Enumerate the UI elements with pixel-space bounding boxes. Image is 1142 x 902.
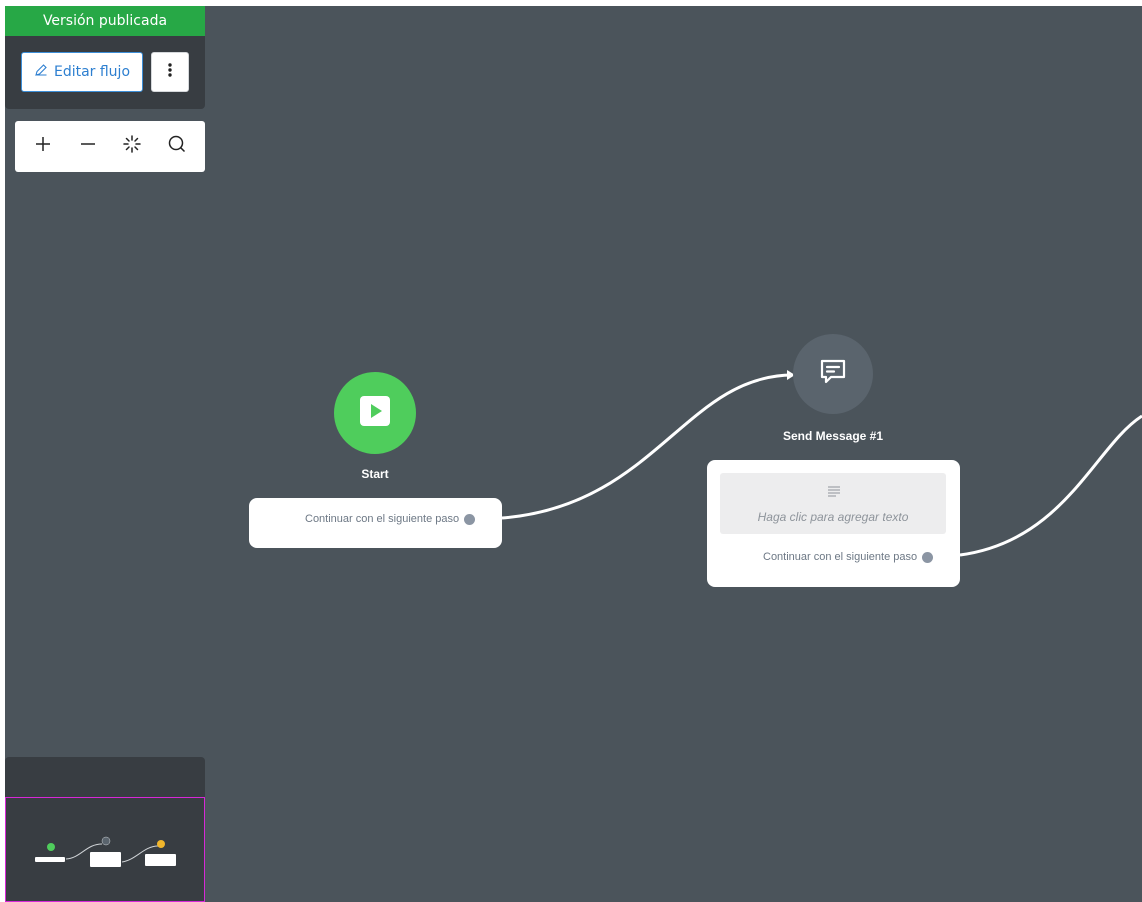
next-step-label: Continuar con el siguiente paso	[763, 551, 918, 563]
add-text-area[interactable]: Haga clic para agregar texto	[720, 473, 946, 534]
start-node-icon-circle[interactable]	[334, 372, 416, 454]
plus-icon	[33, 134, 53, 159]
output-port[interactable]	[464, 514, 475, 525]
edit-flow-label: Editar flujo	[53, 64, 131, 80]
zoom-in-button[interactable]	[26, 130, 60, 164]
search-button[interactable]	[160, 130, 194, 164]
pencil-icon	[34, 63, 48, 81]
text-lines-icon	[827, 484, 841, 502]
connection-message-to-next	[959, 414, 1142, 557]
minus-icon	[78, 134, 98, 159]
message-node-title: Send Message #1	[782, 429, 884, 443]
minimap[interactable]	[5, 797, 205, 902]
search-icon	[167, 134, 187, 159]
play-icon	[360, 395, 390, 431]
more-options-button[interactable]	[151, 52, 189, 92]
minimap-preview	[35, 836, 176, 867]
message-node-icon-circle[interactable]	[793, 334, 873, 414]
vertical-dots-icon	[168, 62, 172, 82]
zoom-out-button[interactable]	[71, 130, 105, 164]
published-version-banner: Versión publicada	[5, 6, 205, 36]
minimap-header	[5, 757, 205, 798]
flow-canvas[interactable]: Versión publicada Editar flujo Start Con…	[5, 6, 1142, 902]
message-icon	[817, 356, 849, 393]
start-node-title: Start	[361, 467, 389, 481]
sparkle-icon	[122, 134, 142, 159]
next-step-label: Continuar con el siguiente paso	[305, 513, 460, 525]
edit-flow-button[interactable]: Editar flujo	[21, 52, 143, 92]
auto-arrange-button[interactable]	[115, 130, 149, 164]
add-text-placeholder: Haga clic para agregar texto	[757, 510, 909, 524]
output-port[interactable]	[922, 552, 933, 563]
edit-panel: Editar flujo	[5, 36, 205, 109]
start-node-card[interactable]: Continuar con el siguiente paso	[249, 498, 502, 548]
message-node-card[interactable]: Haga clic para agregar texto Continuar c…	[707, 460, 960, 587]
zoom-toolbar	[15, 121, 205, 172]
